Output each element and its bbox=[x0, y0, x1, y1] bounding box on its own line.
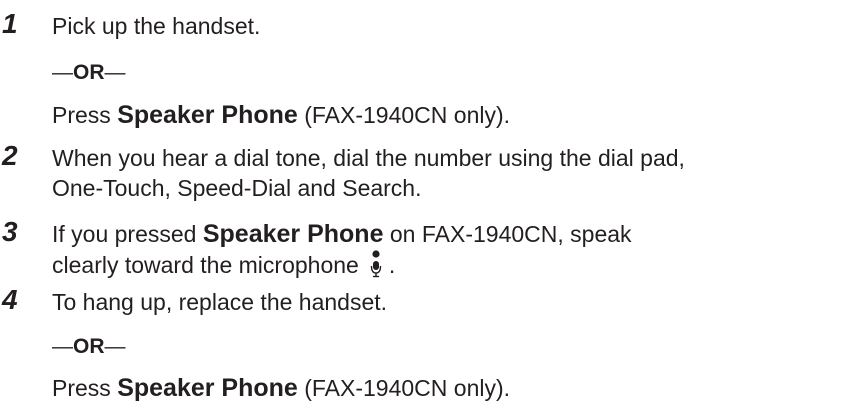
step-4-alt-prefix: Press bbox=[52, 375, 118, 401]
step-3-prefix: If you pressed bbox=[52, 221, 203, 247]
step-number-1: 1 bbox=[2, 8, 18, 39]
step-4-text: To hang up, replace the handset. bbox=[52, 289, 388, 315]
step-number-2: 2 bbox=[2, 140, 18, 171]
step-1-or: —OR— bbox=[52, 57, 126, 87]
step-2-line-1: When you hear a dial tone, dial the numb… bbox=[52, 145, 685, 171]
step-3-line-1: If you pressed Speaker Phone on FAX-1940… bbox=[52, 220, 632, 248]
step-number-4: 4 bbox=[2, 284, 18, 315]
step-3-suffix: on FAX-1940CN, speak bbox=[383, 221, 632, 247]
or-label: OR bbox=[73, 335, 105, 358]
step-4-alternative: Press Speaker Phone (FAX-1940CN only). bbox=[52, 374, 510, 402]
step-3-line-2-text: clearly toward the microphone bbox=[52, 252, 359, 279]
microphone-icon bbox=[369, 250, 383, 284]
or-dash-left: — bbox=[52, 335, 73, 358]
step-3-line-2: clearly toward the microphone. bbox=[52, 250, 395, 284]
step-1-alt-prefix: Press bbox=[52, 102, 118, 128]
step-4-speaker-phone: Speaker Phone bbox=[117, 374, 298, 402]
or-dash-right: — bbox=[104, 61, 126, 84]
step-1-alternative: Press Speaker Phone (FAX-1940CN only). bbox=[52, 101, 510, 129]
step-4-or: —OR— bbox=[52, 331, 126, 361]
step-number-3: 3 bbox=[2, 216, 18, 247]
or-label: OR bbox=[73, 61, 105, 84]
step-4-alt-suffix: (FAX-1940CN only). bbox=[297, 375, 511, 401]
step-1-text: Pick up the handset. bbox=[52, 13, 261, 39]
or-dash-right: — bbox=[104, 335, 126, 358]
step-1-speaker-phone: Speaker Phone bbox=[117, 101, 298, 129]
step-2-line-2: One-Touch, Speed-Dial and Search. bbox=[52, 175, 422, 201]
step-3-line-2-end: . bbox=[388, 252, 396, 279]
step-1-alt-suffix: (FAX-1940CN only). bbox=[297, 102, 511, 128]
instruction-steps: 1 Pick up the handset. —OR— Press Speake… bbox=[0, 0, 864, 409]
or-dash-left: — bbox=[52, 61, 73, 84]
step-3-speaker-phone: Speaker Phone bbox=[202, 220, 384, 248]
